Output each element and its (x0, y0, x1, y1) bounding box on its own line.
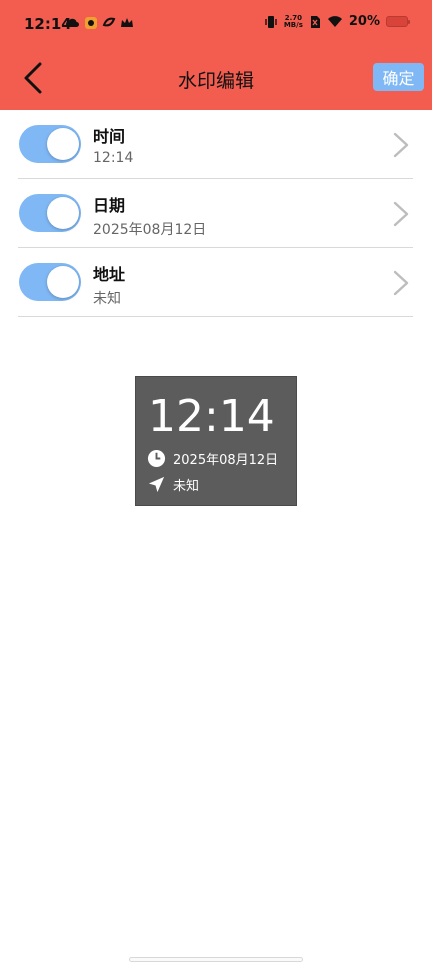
status-bar: 12:14 2.70 MB/s 20% (0, 0, 432, 50)
location-arrow-icon (148, 476, 165, 493)
vibrate-icon (265, 15, 277, 28)
option-row-date[interactable]: 日期 2025年08月12日 (18, 179, 413, 248)
toggle-knob (47, 197, 79, 229)
chevron-right-icon[interactable] (391, 268, 411, 298)
toggle-knob (47, 128, 79, 160)
crown-icon (121, 18, 133, 27)
network-speed-unit: MB/s (283, 20, 303, 29)
chevron-right-icon[interactable] (391, 130, 411, 160)
time-toggle[interactable] (19, 125, 81, 163)
battery-icon (386, 16, 410, 27)
option-label: 日期 (93, 196, 126, 215)
app-icon (85, 17, 97, 29)
chevron-right-icon[interactable] (391, 199, 411, 229)
preview-time: 12:14 (148, 391, 275, 442)
option-row-time[interactable]: 时间 12:14 (18, 110, 413, 179)
toggle-knob (47, 266, 79, 298)
preview-address: 未知 (173, 479, 200, 494)
option-label: 地址 (93, 265, 126, 284)
option-label: 时间 (93, 127, 126, 146)
network-speed: 2.70 MB/s (283, 14, 303, 29)
preview-address-line: 未知 (147, 475, 199, 494)
option-value: 2025年08月12日 (93, 222, 207, 238)
watermark-preview: 12:14 2025年08月12日 未知 (135, 376, 297, 506)
page-title: 水印编辑 (177, 70, 254, 92)
title-bar: 水印编辑 确定 (0, 50, 432, 110)
preview-date-line: 2025年08月12日 (147, 449, 278, 468)
watermark-options-list: 时间 12:14 日期 2025年08月12日 地址 未知 (18, 110, 413, 317)
status-time: 12:14 (24, 15, 72, 33)
preview-date: 2025年08月12日 (173, 453, 279, 468)
wifi-icon (327, 16, 342, 27)
status-right: 2.70 MB/s 20% (264, 14, 410, 29)
home-indicator[interactable] (129, 957, 303, 962)
status-left-icons (66, 16, 134, 30)
header-background: 12:14 2.70 MB/s 20% 水印编辑 确定 (0, 0, 432, 110)
option-value: 未知 (93, 291, 121, 307)
option-value: 12:14 (93, 150, 134, 166)
link-icon (102, 17, 116, 27)
date-toggle[interactable] (19, 194, 81, 232)
cloud-icon (66, 18, 79, 27)
option-row-address[interactable]: 地址 未知 (18, 248, 413, 317)
clock-icon (147, 449, 166, 468)
battery-percent: 20% (348, 14, 380, 29)
address-toggle[interactable] (19, 263, 81, 301)
no-sim-icon (310, 15, 320, 28)
screen: 12:14 2.70 MB/s 20% 水印编辑 确定 时间 12:14 日期 … (0, 0, 432, 964)
confirm-button[interactable]: 确定 (373, 63, 424, 91)
